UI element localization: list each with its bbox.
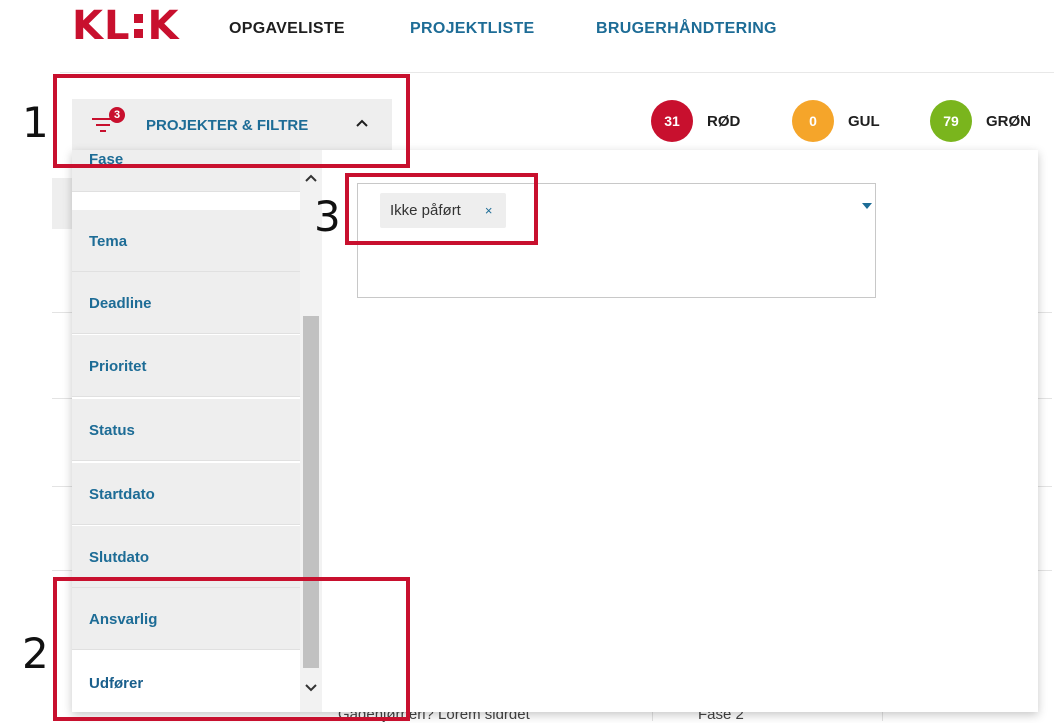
callout-box-1 — [53, 74, 410, 168]
table-header-edge — [52, 178, 73, 229]
logo-colon — [134, 14, 144, 38]
callout-box-3 — [345, 173, 538, 245]
nav-brugerhaandtering[interactable]: BRUGERHÅNDTERING — [596, 20, 777, 38]
filter-item-label: Deadline — [89, 295, 152, 312]
callout-number-1: 1 — [22, 98, 49, 147]
logo-text-left: KL — [72, 3, 131, 49]
filter-item-deadline[interactable]: Deadline — [72, 272, 300, 334]
status-red-count: 31 — [651, 100, 693, 142]
filter-item-tema[interactable]: Tema — [72, 210, 300, 272]
filter-item-prioritet[interactable]: Prioritet — [72, 335, 300, 397]
callout-number-3: 3 — [314, 192, 341, 241]
status-yellow[interactable]: 0 GUL — [792, 100, 880, 142]
filter-item-label: Startdato — [89, 486, 155, 503]
callout-box-2 — [53, 577, 410, 721]
filter-item-label: Status — [89, 422, 135, 439]
status-red[interactable]: 31 RØD — [651, 100, 740, 142]
filter-item-label: Slutdato — [89, 549, 149, 566]
status-yellow-label: GUL — [848, 112, 880, 130]
status-red-label: RØD — [707, 112, 741, 130]
klik-logo[interactable]: KL K — [72, 3, 180, 49]
status-green-count: 79 — [930, 100, 972, 142]
callout-number-2: 2 — [22, 629, 49, 678]
filter-item-startdato[interactable]: Startdato — [72, 463, 300, 525]
nav-projektliste[interactable]: PROJEKTLISTE — [410, 20, 535, 38]
filter-item-label: Prioritet — [89, 358, 147, 375]
caret-down-icon[interactable] — [862, 203, 872, 209]
filter-item-label: Tema — [89, 233, 128, 250]
header-divider — [60, 72, 1054, 73]
filter-item-status[interactable]: Status — [72, 399, 300, 461]
scroll-up-icon[interactable] — [303, 170, 319, 186]
status-green-label: GRØN — [986, 112, 1031, 130]
status-yellow-count: 0 — [792, 100, 834, 142]
status-green[interactable]: 79 GRØN — [930, 100, 1031, 142]
logo-text-right: K — [147, 3, 180, 49]
nav-opgaveliste[interactable]: OPGAVELISTE — [229, 20, 345, 38]
